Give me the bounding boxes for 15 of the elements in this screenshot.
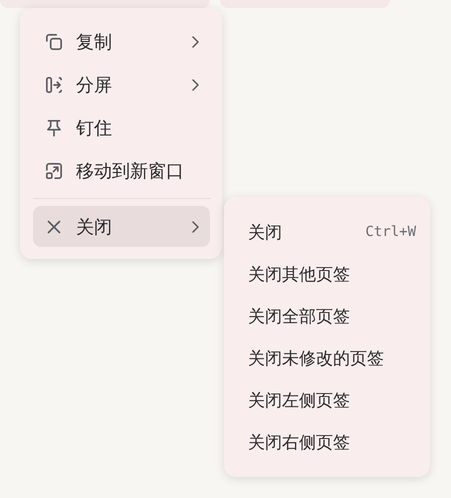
chevron-right-icon	[190, 220, 200, 234]
menu-item[interactable]: 关闭左侧页签	[248, 379, 416, 421]
menu-item[interactable]: 分屏	[33, 64, 210, 105]
chevron-right-icon	[190, 78, 200, 92]
menu-item[interactable]: 移动到新窗口	[33, 150, 210, 191]
shortcut-label: Ctrl+W	[365, 224, 416, 240]
menu-item[interactable]: 关闭	[33, 206, 210, 247]
menu-item[interactable]: 关闭 Ctrl+W	[248, 211, 416, 253]
menu-item[interactable]: 钉住	[33, 107, 210, 148]
menu-item[interactable]: 复制	[33, 21, 210, 62]
menu-item[interactable]: 关闭全部页签	[248, 295, 416, 337]
menu-item[interactable]: 关闭未修改的页签	[248, 337, 416, 379]
menu-item[interactable]: 关闭右侧页签	[248, 421, 416, 463]
menu-item[interactable]: 关闭其他页签	[248, 253, 416, 295]
chevron-right-icon	[190, 34, 200, 48]
